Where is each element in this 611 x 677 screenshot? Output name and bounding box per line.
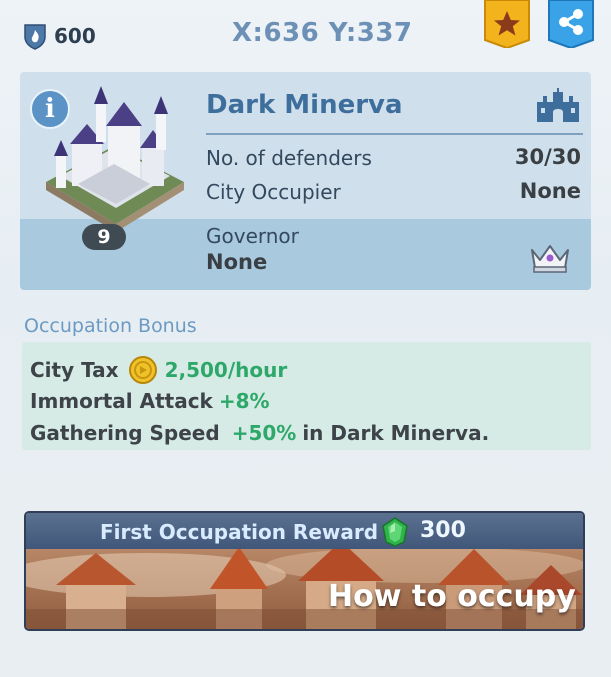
- star-icon[interactable]: [484, 0, 530, 48]
- title-divider: [206, 133, 583, 135]
- city-tax-line: City Tax 2,500/hour: [30, 356, 287, 384]
- power-indicator: 600: [22, 22, 96, 50]
- gold-coin-icon: [128, 356, 157, 384]
- shield-flame-icon: [24, 24, 46, 50]
- gathering-speed-line: Gathering Speed +50% in Dark Minerva.: [30, 421, 489, 445]
- crown-icon[interactable]: [528, 240, 572, 274]
- city-tax-value: 2,500/hour: [164, 358, 288, 382]
- gathering-speed-label: Gathering Speed: [30, 421, 220, 445]
- occupation-bonus-title: Occupation Bonus: [24, 315, 197, 337]
- share-icon[interactable]: [548, 0, 594, 48]
- governor-value: None: [206, 250, 268, 274]
- emerald-gem-icon: [382, 517, 408, 547]
- occupier-value: None: [519, 179, 581, 203]
- occupier-label: City Occupier: [206, 180, 341, 204]
- gathering-speed-value: +50%: [231, 421, 297, 445]
- first-occupation-reward-title: First Occupation Reward: [100, 520, 379, 544]
- defenders-label: No. of defenders: [206, 146, 372, 170]
- info-icon[interactable]: i: [30, 89, 70, 129]
- power-value: 600: [54, 24, 96, 48]
- reward-value: 300: [420, 518, 466, 543]
- immortal-attack-value: +8%: [218, 389, 270, 413]
- city-name: Dark Minerva: [206, 90, 403, 120]
- immortal-attack-line: Immortal Attack +8%: [30, 389, 270, 413]
- immortal-attack-label: Immortal Attack: [30, 389, 213, 413]
- defenders-value: 30/30: [514, 145, 581, 169]
- governor-label: Governor: [206, 224, 299, 248]
- city-level-badge: 9: [82, 224, 126, 250]
- fortress-icon: [537, 88, 579, 122]
- coordinates: X:636 Y:337: [232, 18, 413, 48]
- how-to-occupy-button[interactable]: First Occupation Reward 300 How to occup…: [24, 511, 585, 631]
- gathering-speed-suffix: in Dark Minerva.: [302, 421, 490, 445]
- how-to-occupy-label: How to occupy: [328, 579, 576, 614]
- city-tax-label: City Tax: [30, 358, 119, 382]
